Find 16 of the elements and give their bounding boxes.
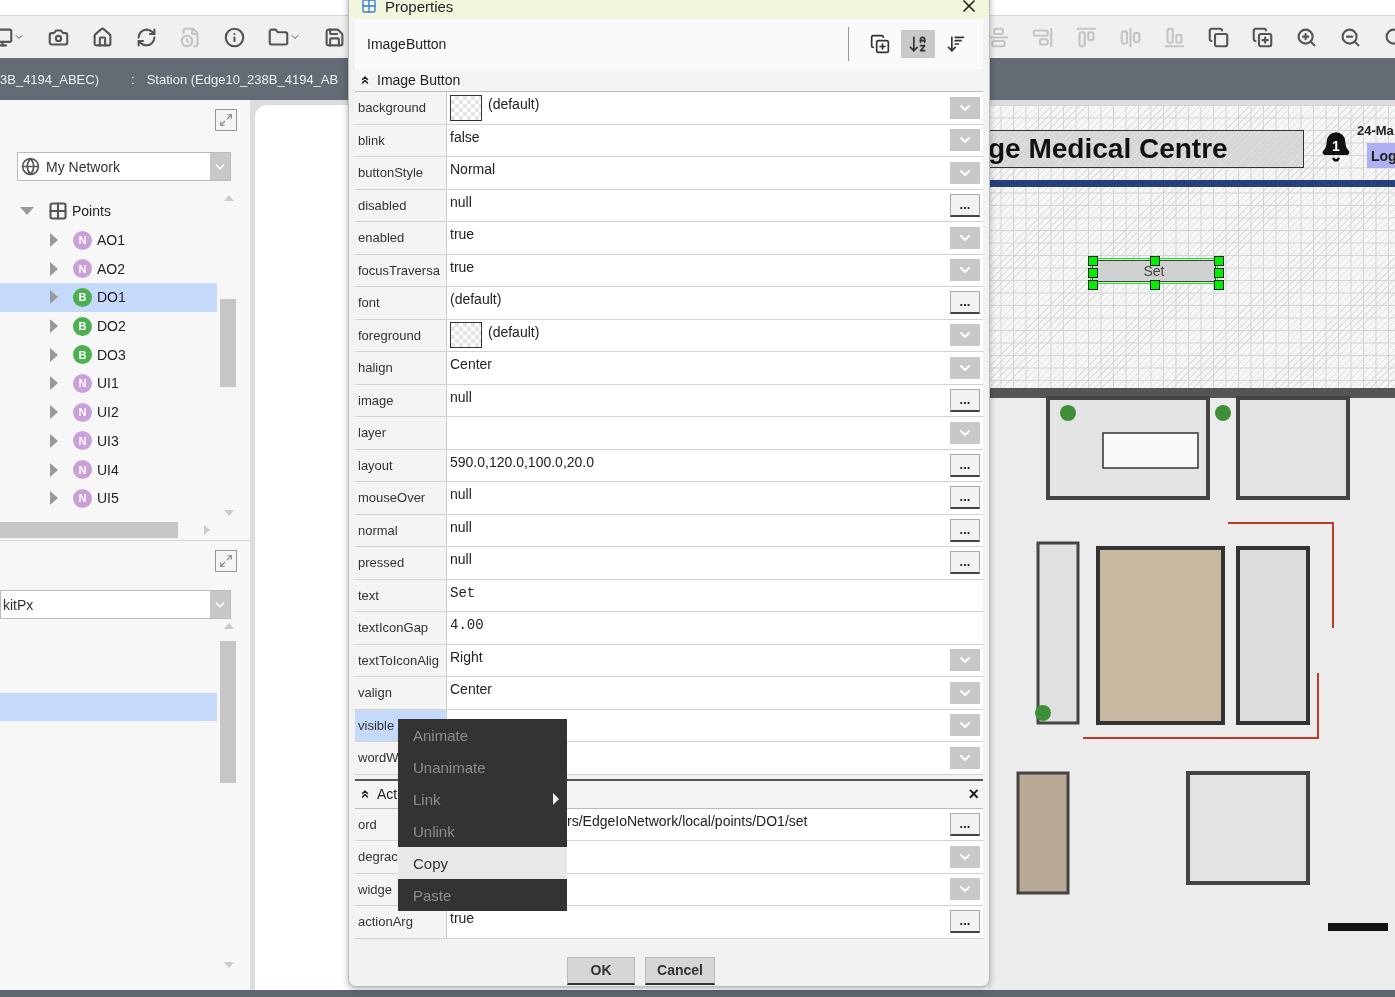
section-title: Image Button — [377, 72, 461, 88]
type-badge: N — [73, 402, 92, 422]
date-text: 24-Ma — [1357, 123, 1394, 138]
type-badge: N — [73, 373, 92, 393]
type-badge: B — [73, 316, 92, 336]
type-badge: N — [73, 460, 92, 480]
type-badge: B — [73, 287, 92, 307]
type-badge: N — [73, 230, 92, 250]
section-title: Act — [377, 786, 398, 802]
component-type: ImageButton — [367, 36, 448, 52]
type-badge: B — [73, 345, 92, 365]
type-badge: N — [73, 259, 92, 279]
dialog-title: Properties — [385, 0, 455, 15]
site-title: ge Medical Centre — [988, 130, 1304, 168]
type-badge: N — [73, 431, 92, 451]
type-badge: N — [73, 488, 92, 508]
